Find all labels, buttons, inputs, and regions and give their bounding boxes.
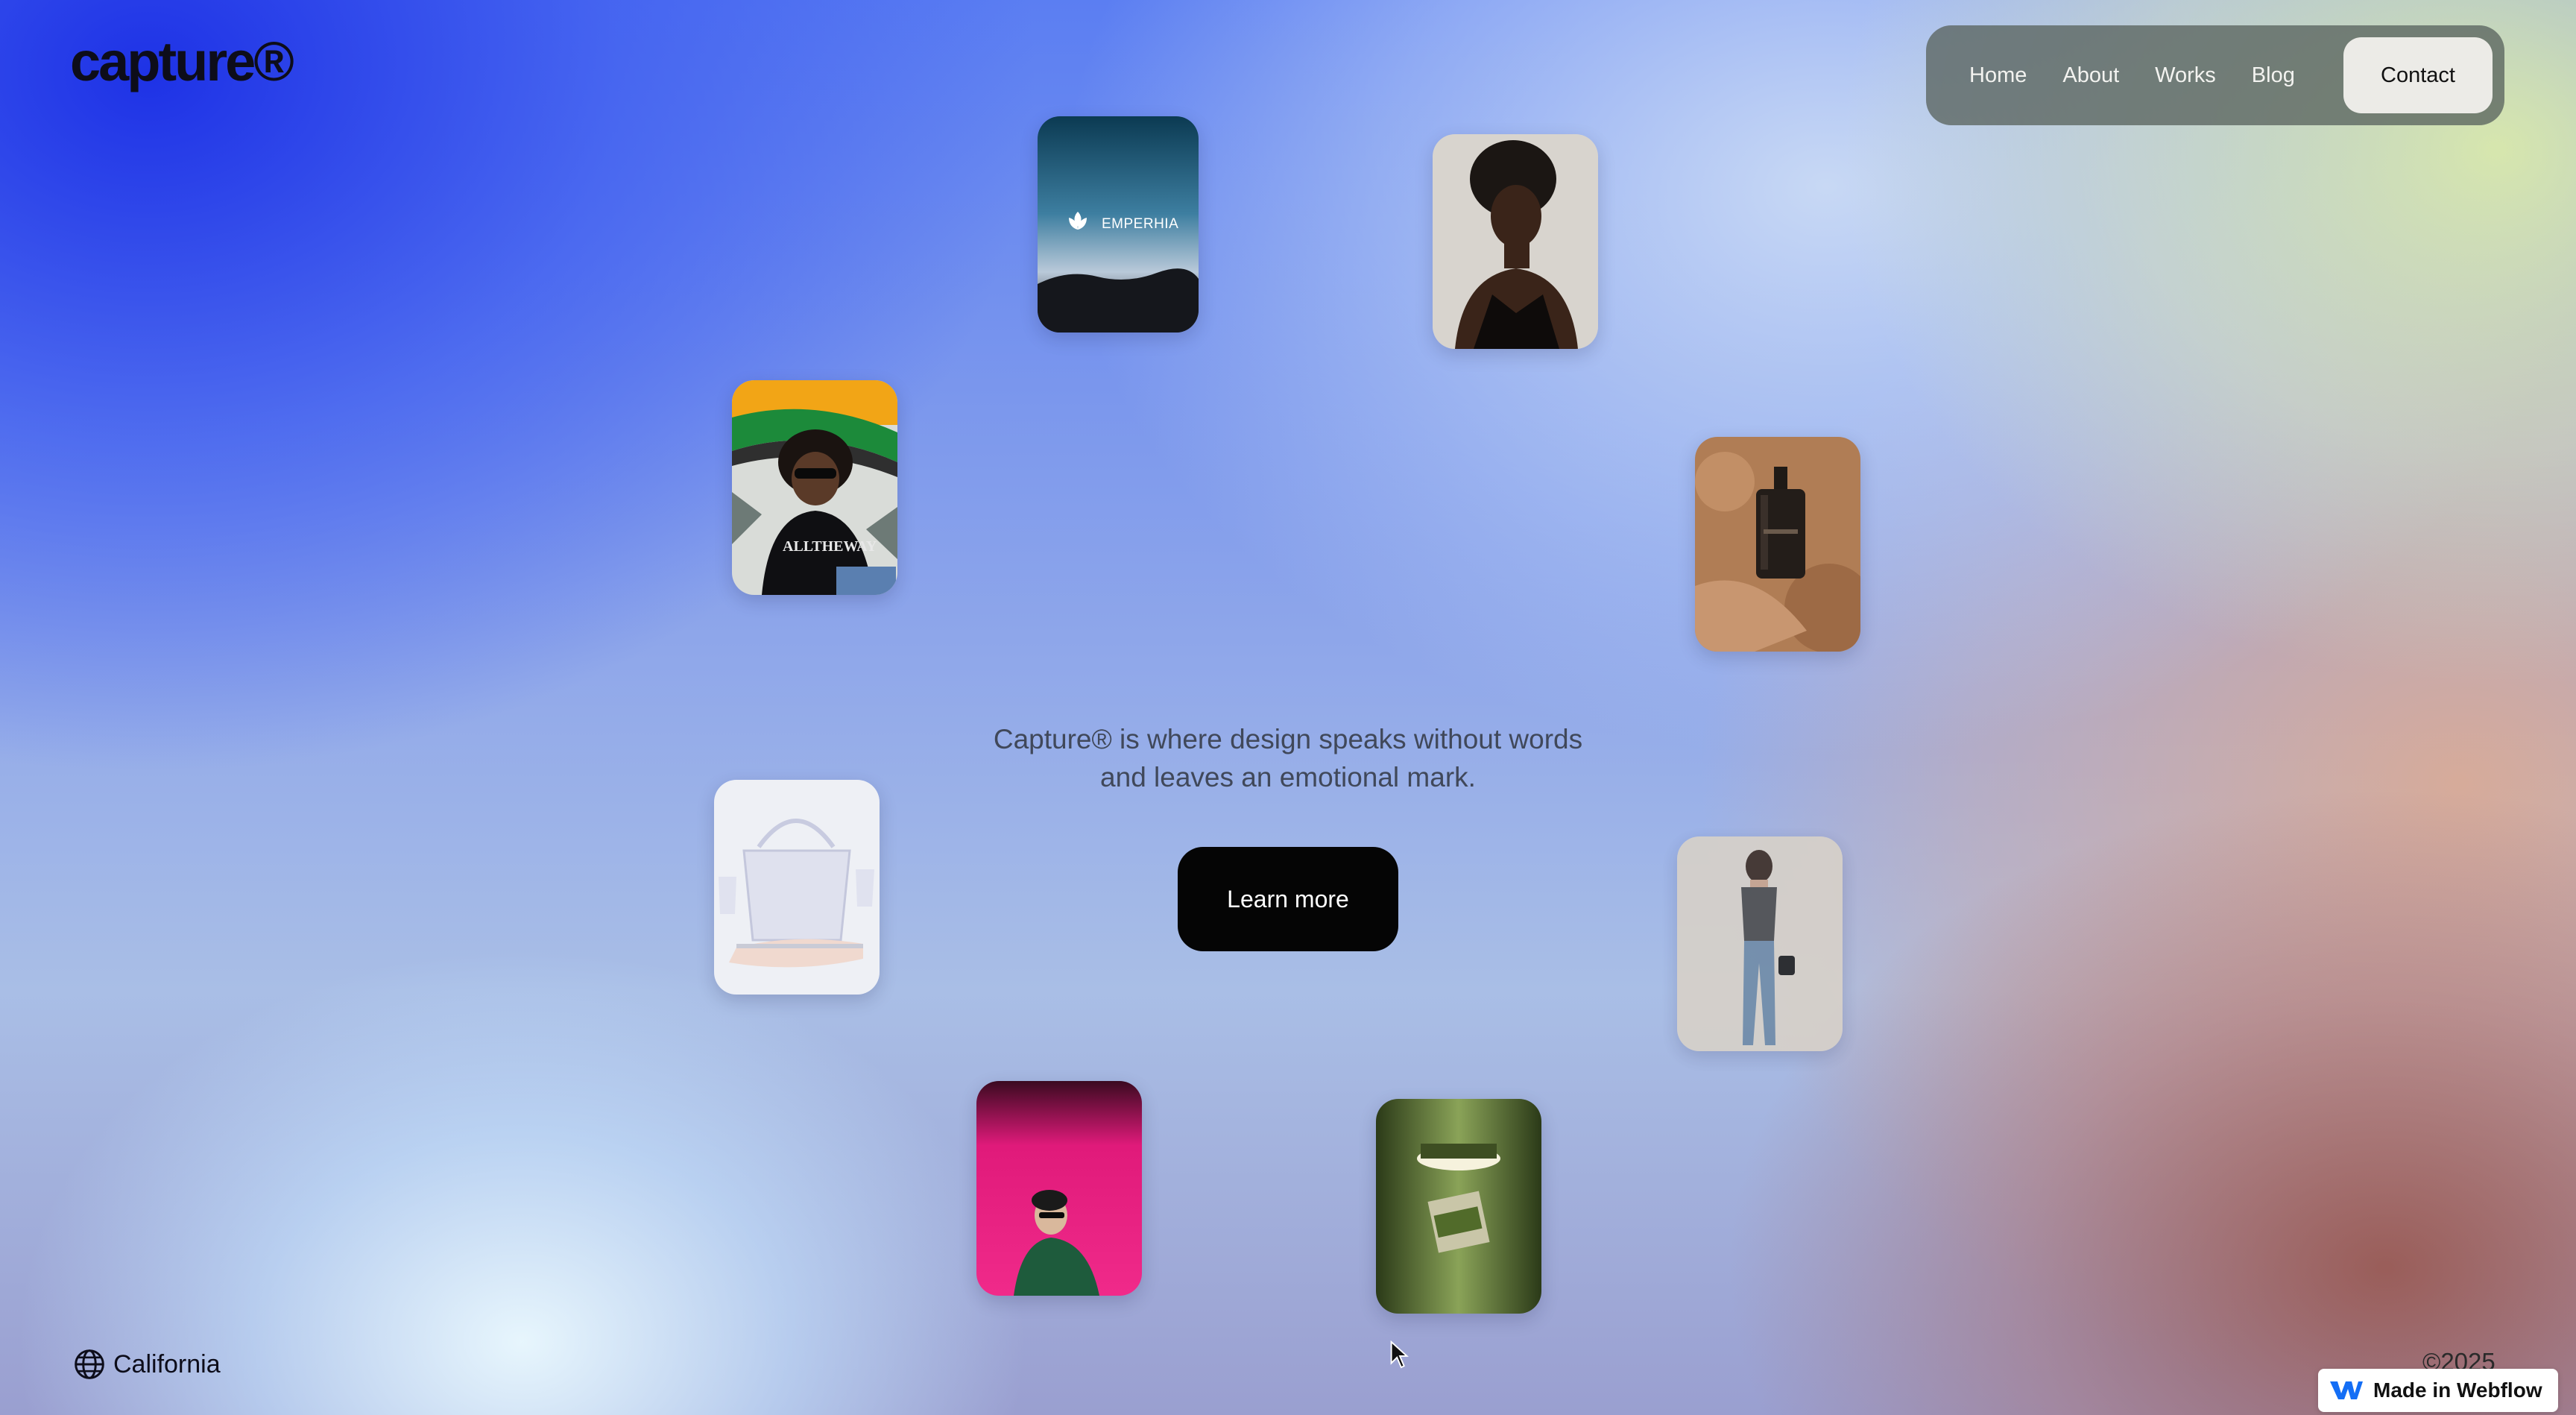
- shirt-text: ALLTHEWAY: [783, 538, 877, 555]
- child-sunglasses-image: [732, 380, 897, 595]
- nav-about[interactable]: About: [2062, 63, 2119, 88]
- perfume-image: [1695, 437, 1860, 652]
- location: California: [73, 1348, 221, 1381]
- woman-portrait-image: [1433, 134, 1598, 349]
- webflow-badge-label: Made in Webflow: [2373, 1378, 2542, 1402]
- handbag-image: [714, 780, 880, 995]
- woman-denim-image: [1677, 836, 1843, 1051]
- contact-button[interactable]: Contact: [2343, 37, 2493, 113]
- gallery-card-emperhia[interactable]: EMPERHIA: [1038, 116, 1199, 333]
- brand-logo[interactable]: capture®: [70, 30, 294, 93]
- main-nav: Home About Works Blog Contact: [1926, 25, 2504, 125]
- nav-home[interactable]: Home: [1969, 63, 2027, 88]
- hero-tagline: Capture® is where design speaks without …: [915, 720, 1661, 796]
- hero-tagline-line2: and leaves an emotional mark.: [1100, 762, 1476, 792]
- gallery-card-perfume[interactable]: [1695, 437, 1860, 652]
- gallery-card-child-sunglasses[interactable]: ALLTHEWAY: [732, 380, 897, 595]
- hero-tagline-line1: Capture® is where design speaks without …: [993, 724, 1583, 754]
- mouse-cursor-icon: [1390, 1340, 1409, 1369]
- man-pink-image: [976, 1081, 1142, 1296]
- green-product-image: [1376, 1099, 1541, 1314]
- gallery-card-woman-denim[interactable]: [1677, 836, 1843, 1051]
- nav-works[interactable]: Works: [2155, 63, 2216, 88]
- globe-icon: [75, 1349, 104, 1379]
- emperhia-label: EMPERHIA: [1102, 216, 1179, 232]
- gallery-card-green-product[interactable]: [1376, 1099, 1541, 1314]
- gallery-card-man-pink[interactable]: [976, 1081, 1142, 1296]
- nav-blog[interactable]: Blog: [2252, 63, 2295, 88]
- webflow-logo-icon: [2330, 1381, 2363, 1399]
- gallery-card-woman-portrait[interactable]: [1433, 134, 1598, 349]
- learn-more-button[interactable]: Learn more: [1178, 847, 1398, 951]
- location-label: California: [113, 1349, 221, 1378]
- made-in-webflow-badge[interactable]: Made in Webflow: [2318, 1369, 2558, 1412]
- gallery-card-handbag[interactable]: [714, 780, 880, 995]
